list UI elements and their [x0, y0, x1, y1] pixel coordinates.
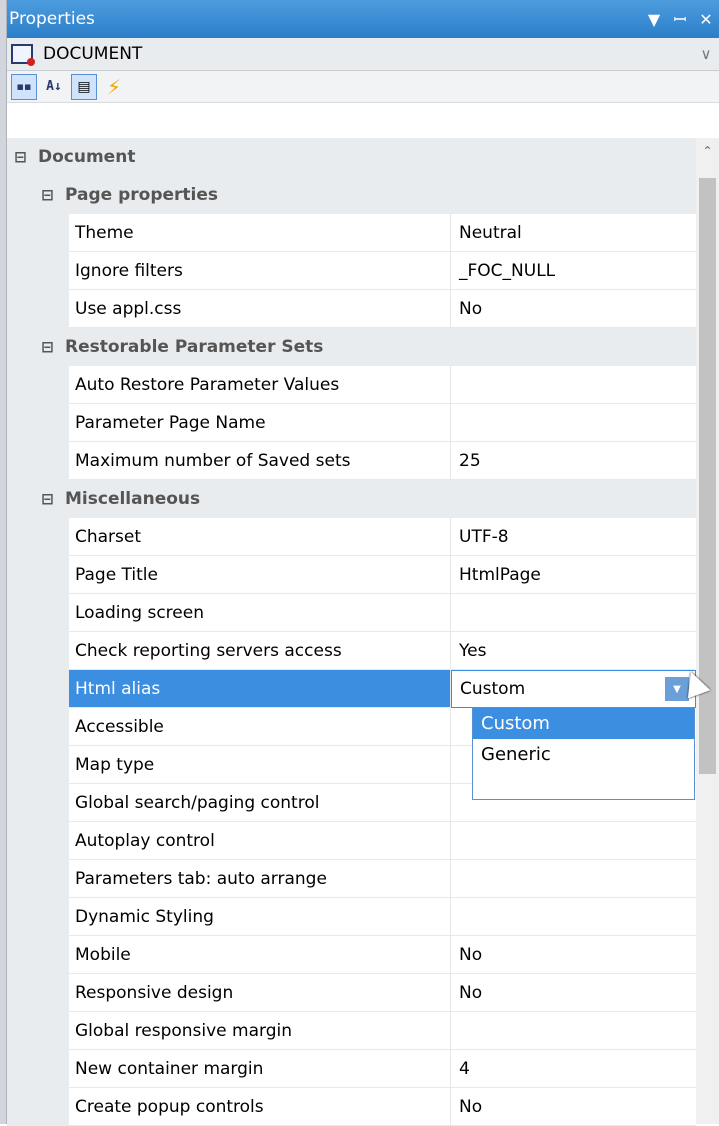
- properties-toolbar: ▪▪ A↓ ▤ ⚡: [7, 71, 719, 103]
- property-value[interactable]: [451, 822, 696, 860]
- collapse-icon[interactable]: ⊟: [34, 176, 61, 214]
- property-value[interactable]: _FOC_NULL: [451, 252, 696, 290]
- property-value[interactable]: 4: [451, 1050, 696, 1088]
- property-row[interactable]: Responsive design No: [7, 974, 696, 1012]
- property-value[interactable]: No: [451, 1088, 696, 1126]
- property-row-selected[interactable]: Html alias Custom ▼: [7, 670, 696, 708]
- dropdown-option-generic[interactable]: Generic: [473, 739, 694, 770]
- property-grid: ⊟ Document ⊟ Page properties Theme Neutra…: [7, 138, 696, 1126]
- property-value[interactable]: [451, 860, 696, 898]
- property-name: Create popup controls: [69, 1088, 451, 1126]
- scroll-up-icon[interactable]: ⌃: [696, 144, 719, 158]
- property-name: Loading screen: [69, 594, 451, 632]
- property-value[interactable]: HtmlPage: [451, 556, 696, 594]
- property-row[interactable]: Create popup controls No: [7, 1088, 696, 1126]
- lightning-icon: ⚡: [106, 74, 122, 99]
- dropdown-option-custom[interactable]: Custom: [473, 708, 694, 739]
- property-name: Ignore filters: [69, 252, 451, 290]
- category-label: Miscellaneous: [65, 489, 201, 509]
- property-name: Charset: [69, 518, 451, 556]
- property-value[interactable]: [451, 404, 696, 442]
- property-row[interactable]: Parameters tab: auto arrange: [7, 860, 696, 898]
- property-row[interactable]: Parameter Page Name: [7, 404, 696, 442]
- property-name: Maximum number of Saved sets: [69, 442, 451, 480]
- property-name: Accessible: [69, 708, 451, 746]
- property-name: Theme: [69, 214, 451, 252]
- collapse-icon[interactable]: ⊟: [34, 480, 61, 518]
- property-value[interactable]: [451, 594, 696, 632]
- property-name: Mobile: [69, 936, 451, 974]
- property-value[interactable]: 25: [451, 442, 696, 480]
- window-frame: [0, 0, 7, 1124]
- property-row[interactable]: Charset UTF-8: [7, 518, 696, 556]
- property-value[interactable]: [451, 1012, 696, 1050]
- object-selector[interactable]: DOCUMENT ∨: [7, 38, 719, 71]
- property-name: Use appl.css: [69, 290, 451, 328]
- category-miscellaneous[interactable]: ⊟ Miscellaneous: [7, 480, 696, 518]
- property-value[interactable]: No: [451, 290, 696, 328]
- property-name: Autoplay control: [69, 822, 451, 860]
- close-icon[interactable]: ✕: [693, 10, 719, 29]
- property-row[interactable]: Global responsive margin: [7, 1012, 696, 1050]
- category-label: Document: [38, 147, 136, 167]
- property-name: New container margin: [69, 1050, 451, 1088]
- window-title: Properties: [9, 9, 95, 29]
- window-menu-icon[interactable]: ▼: [641, 10, 667, 29]
- property-row[interactable]: Mobile No: [7, 936, 696, 974]
- property-name: Check reporting servers access: [69, 632, 451, 670]
- property-name: Parameters tab: auto arrange: [69, 860, 451, 898]
- property-value[interactable]: Yes: [451, 632, 696, 670]
- categorized-button[interactable]: ▪▪: [11, 73, 37, 100]
- property-row[interactable]: Check reporting servers access Yes: [7, 632, 696, 670]
- chevron-down-icon[interactable]: ∨: [693, 45, 719, 63]
- property-name: Global responsive margin: [69, 1012, 451, 1050]
- property-value[interactable]: [451, 366, 696, 404]
- category-restorable-parameter-sets[interactable]: ⊟ Restorable Parameter Sets: [7, 328, 696, 366]
- property-name: Parameter Page Name: [69, 404, 451, 442]
- pin-icon[interactable]: ꟷ: [667, 8, 693, 30]
- property-value[interactable]: UTF-8: [451, 518, 696, 556]
- category-document[interactable]: ⊟ Document: [7, 138, 696, 176]
- property-row[interactable]: Dynamic Styling: [7, 898, 696, 936]
- property-row[interactable]: Auto Restore Parameter Values: [7, 366, 696, 404]
- property-name: Dynamic Styling: [69, 898, 451, 936]
- vertical-scrollbar[interactable]: ⌃: [696, 138, 719, 1124]
- category-label: Page properties: [65, 185, 219, 205]
- alphabetical-button[interactable]: A↓: [41, 74, 67, 100]
- property-name: Auto Restore Parameter Values: [69, 366, 451, 404]
- property-value[interactable]: No: [451, 936, 696, 974]
- property-row[interactable]: Loading screen: [7, 594, 696, 632]
- property-row[interactable]: Ignore filters _FOC_NULL: [7, 252, 696, 290]
- collapse-icon[interactable]: ⊟: [7, 138, 34, 176]
- properties-icon: ▤: [77, 78, 91, 95]
- property-row[interactable]: Page Title HtmlPage: [7, 556, 696, 594]
- html-alias-dropdown-list[interactable]: Custom Generic: [472, 707, 695, 800]
- property-row[interactable]: Theme Neutral: [7, 214, 696, 252]
- sort-alpha-icon: A↓: [46, 79, 62, 94]
- property-value-dropdown[interactable]: Custom ▼: [451, 670, 696, 708]
- property-value[interactable]: No: [451, 974, 696, 1012]
- property-row[interactable]: Autoplay control: [7, 822, 696, 860]
- document-icon: [11, 44, 35, 66]
- property-name: Responsive design: [69, 974, 451, 1012]
- property-value[interactable]: Neutral: [451, 214, 696, 252]
- categorized-icon: ▪▪: [16, 79, 32, 93]
- category-label: Restorable Parameter Sets: [65, 337, 324, 357]
- title-bar: Properties ▼ ꟷ ✕: [7, 0, 719, 38]
- property-row[interactable]: New container margin 4: [7, 1050, 696, 1088]
- property-row[interactable]: Use appl.css No: [7, 290, 696, 328]
- property-value[interactable]: [451, 898, 696, 936]
- property-row[interactable]: Maximum number of Saved sets 25: [7, 442, 696, 480]
- selected-value: Custom: [460, 679, 526, 699]
- property-name: Map type: [69, 746, 451, 784]
- property-name: Global search/paging control: [69, 784, 451, 822]
- object-name: DOCUMENT: [43, 44, 143, 64]
- events-button[interactable]: ⚡: [101, 74, 127, 100]
- property-name: Page Title: [69, 556, 451, 594]
- category-page-properties[interactable]: ⊟ Page properties: [7, 176, 696, 214]
- property-name: Html alias: [69, 670, 451, 708]
- properties-button[interactable]: ▤: [71, 73, 97, 100]
- collapse-icon[interactable]: ⊟: [34, 328, 61, 366]
